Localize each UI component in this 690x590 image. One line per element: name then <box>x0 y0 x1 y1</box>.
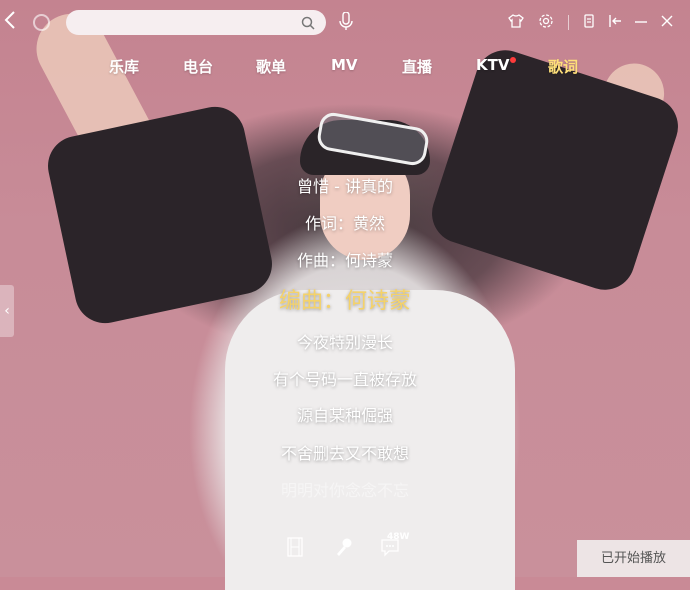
tab-radio[interactable]: 电台 <box>183 56 213 77</box>
comment-count-badge: 48W <box>387 532 410 542</box>
title-bar-divider <box>568 15 569 30</box>
tab-playlists[interactable]: 歌单 <box>256 56 286 77</box>
close-icon[interactable] <box>660 13 674 33</box>
voice-search-icon[interactable] <box>338 11 354 36</box>
lyric-line: 曾惜 - 讲真的 <box>297 177 393 196</box>
settings-gear-icon[interactable] <box>538 13 554 33</box>
microphone-karaoke-icon[interactable] <box>334 537 354 561</box>
main-nav: 乐库 电台 歌单 MV 直播 KTV 歌词 <box>0 56 690 80</box>
lyric-line-current: 编曲：何诗蒙 <box>278 289 411 314</box>
lyric-line: 不舍删去又不敢想 <box>280 444 409 463</box>
search-box[interactable] <box>66 10 326 35</box>
collapse-to-side-icon[interactable] <box>608 13 624 33</box>
search-history-icon[interactable] <box>33 14 50 31</box>
lyric-line: 源自某种倔强 <box>296 406 393 425</box>
tab-mv[interactable]: MV <box>331 56 358 74</box>
mini-mode-icon[interactable] <box>582 13 596 33</box>
lyric-line: 作词：黄然 <box>304 214 385 233</box>
ktv-notification-dot <box>510 57 516 63</box>
tab-lyrics[interactable]: 歌词 <box>548 56 578 77</box>
tab-ktv[interactable]: KTV <box>476 56 509 74</box>
lyric-line: 今夜特别漫长 <box>296 333 393 352</box>
lyric-line: 有个号码一直被存放 <box>272 370 417 389</box>
tab-live[interactable]: 直播 <box>402 56 432 77</box>
skin-icon[interactable] <box>508 13 524 33</box>
film-mv-icon[interactable] <box>286 537 304 561</box>
back-icon[interactable] <box>4 10 20 34</box>
status-toast: 已开始播放 <box>577 540 690 577</box>
search-input[interactable] <box>66 10 310 35</box>
minimize-icon[interactable] <box>634 13 648 33</box>
lyric-line: 作曲：何诗蒙 <box>296 251 393 270</box>
title-bar <box>0 0 690 46</box>
lyric-line: 明明对你念念不忘 <box>280 481 409 500</box>
tab-library[interactable]: 乐库 <box>109 56 139 77</box>
search-icon[interactable] <box>301 15 315 34</box>
